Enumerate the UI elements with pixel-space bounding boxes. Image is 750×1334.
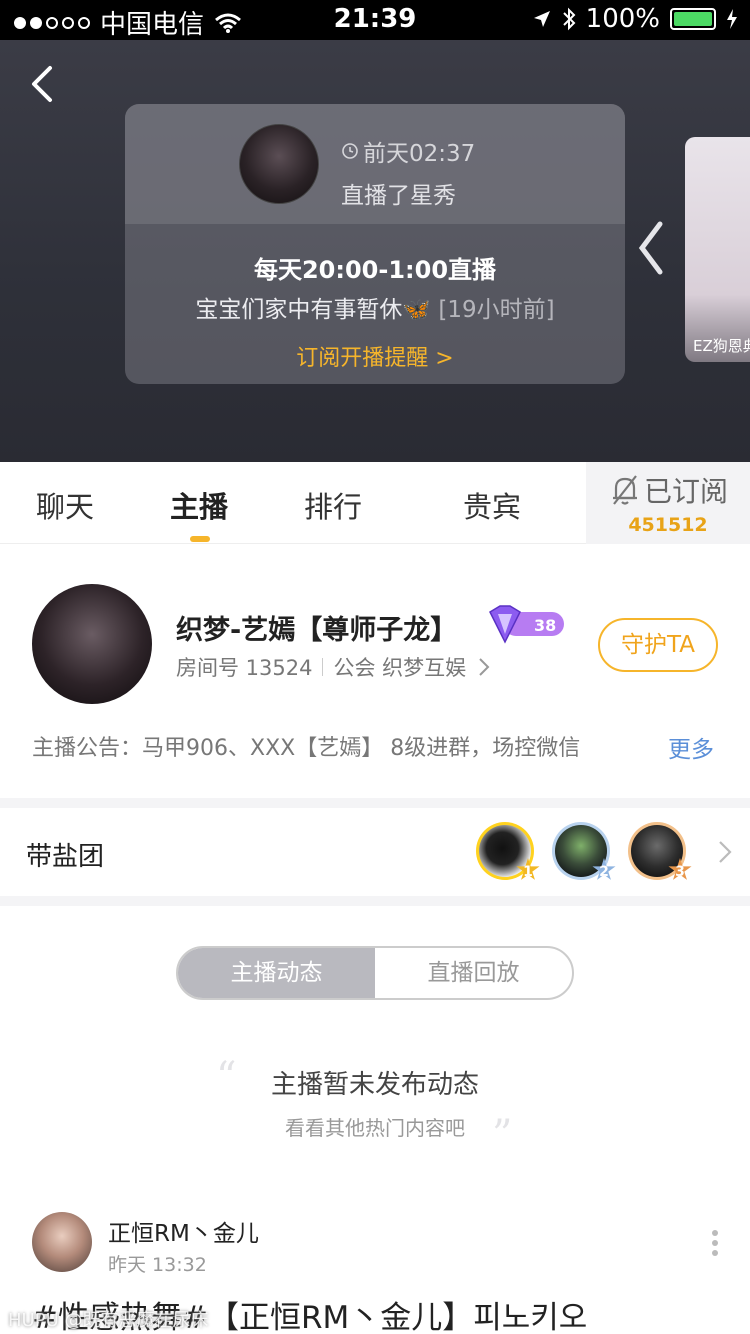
active-tab-indicator [190, 536, 210, 542]
next-anchor-label: EZ狗恩典 [693, 337, 750, 355]
subscribed-button[interactable]: 已订阅 451512 [586, 462, 750, 544]
location-icon [533, 11, 550, 27]
quote-close-icon: ” [492, 1112, 513, 1158]
tab-ranking[interactable]: 排行 [304, 484, 362, 526]
tab-anchor[interactable]: 主播 [170, 484, 228, 526]
tab-bar: 聊天 主播 排行 贵宾 已订阅 451512 [0, 462, 750, 544]
room-number: 房间号 13524 [176, 656, 313, 680]
empty-state-title: 主播暂未发布动态 [270, 1070, 479, 1100]
live-schedule-card: 前天02:37 直播了星秀 每天20:00-1:00直播 宝宝们家中有事暂休🦋 … [125, 104, 625, 384]
post-author-avatar[interactable] [32, 1212, 92, 1272]
chevron-right-icon [479, 658, 490, 676]
battery-percent: 100% [585, 4, 660, 34]
post-more-icon[interactable] [710, 1230, 720, 1260]
battery-icon [670, 8, 716, 30]
post-author-name[interactable]: 正恒RM丶金儿 [108, 1214, 259, 1248]
anchor-avatar[interactable] [32, 584, 152, 704]
rank-avatar-1[interactable]: 1 [476, 822, 540, 880]
salt-group-chevron-icon [719, 841, 732, 863]
anchor-avatar-small [239, 124, 319, 204]
last-live-time: 前天02:37 [341, 134, 475, 168]
anchor-level: 38 [534, 616, 557, 635]
section-divider-2 [0, 896, 750, 906]
room-info[interactable]: 房间号 13524 公会 织梦互娱 [176, 652, 494, 682]
last-live-time-text: 前天02:37 [363, 141, 476, 167]
empty-state-subtitle: 看看其他热门内容吧 [285, 1116, 465, 1140]
subscribed-label: 已订阅 [644, 475, 729, 508]
tab-chat[interactable]: 聊天 [36, 484, 94, 526]
status-right: 100% [532, 4, 738, 34]
watermark: HUPU @既有恶魔在尿床 [8, 1310, 209, 1331]
salt-group-label: 带盐团 [26, 842, 105, 872]
live-schedule: 每天20:00-1:00直播 [253, 256, 497, 284]
guard-button[interactable]: 守护TA [598, 618, 718, 672]
notice-more-link[interactable]: 更多 [668, 730, 714, 764]
anchor-note-text: 宝宝们家中有事暂休🦋 [195, 297, 432, 323]
segment-live-replay[interactable]: 直播回放 [375, 948, 572, 998]
segment-anchor-feed[interactable]: 主播动态 [178, 948, 375, 998]
carousel-prev-icon[interactable] [636, 220, 664, 276]
rank-avatar-2[interactable]: 2 [552, 822, 616, 880]
rank-avatar-3[interactable]: 3 [628, 822, 692, 880]
guild-name: 公会 织梦互娱 [333, 656, 467, 680]
hero-banner: 前天02:37 直播了星秀 每天20:00-1:00直播 宝宝们家中有事暂休🦋 … [0, 40, 750, 462]
back-icon[interactable] [24, 62, 64, 106]
clock-icon [342, 143, 358, 159]
subscribe-reminder-link[interactable]: 订阅开播提醒 > [125, 340, 625, 372]
anchor-note: 宝宝们家中有事暂休🦋 [19小时前] [125, 290, 625, 324]
anchor-note-ago: [19小时前] [438, 297, 555, 323]
bluetooth-icon [562, 7, 576, 31]
anchor-name: 织梦-艺嫣【尊师子龙】 [176, 615, 458, 646]
charging-icon [727, 9, 737, 29]
bell-off-icon [613, 475, 637, 505]
section-divider [0, 798, 750, 808]
subscriber-count: 451512 [628, 514, 708, 536]
anchor-profile: 织梦-艺嫣【尊师子龙】 38 房间号 13524 公会 织梦互娱 守护TA 主播… [0, 544, 750, 798]
tab-vip[interactable]: 贵宾 [463, 484, 521, 526]
salt-group-row[interactable]: 带盐团 1 2 3 [0, 808, 750, 896]
post-time: 昨天 13:32 [108, 1254, 207, 1276]
next-anchor-card[interactable]: EZ狗恩典 [685, 137, 750, 362]
content-segmented-control: 主播动态 直播回放 [176, 946, 574, 1000]
anchor-notice: 主播公告：马甲906、XXX【艺嫣】 8级进群，场控微信 [32, 736, 581, 761]
status-bar: 中国电信 21:39 100% [0, 0, 750, 40]
last-live-action: 直播了星秀 [341, 183, 456, 209]
